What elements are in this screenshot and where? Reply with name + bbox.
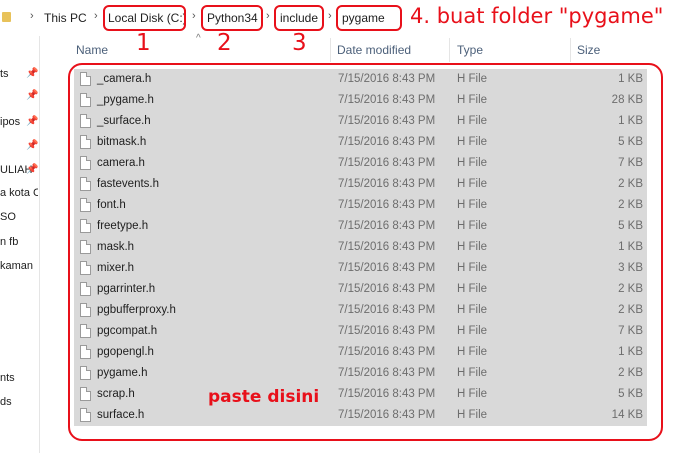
chevron-right-icon[interactable]: › [94, 10, 98, 22]
sidebar-item[interactable]: kaman [0, 260, 38, 272]
sidebar-item[interactable]: SO [0, 211, 38, 223]
annotation-step-1: 1 [136, 30, 151, 56]
sidebar-item[interactable]: ds [0, 396, 38, 408]
chevron-right-icon[interactable]: › [30, 10, 34, 22]
chevron-right-icon[interactable]: › [266, 10, 270, 22]
column-divider[interactable] [330, 38, 331, 62]
annotation-step-4: 4. buat folder "pygame" [410, 4, 664, 28]
annotation-box-include [274, 5, 324, 31]
column-header-type[interactable]: Type [457, 43, 483, 57]
pin-icon[interactable]: 📌 [26, 90, 38, 101]
sort-up-chevron-icon[interactable]: ^ [196, 33, 201, 44]
sidebar-item[interactable]: n fb [0, 236, 38, 248]
annotation-box-local-disk [103, 5, 186, 31]
chevron-right-icon[interactable]: › [328, 10, 332, 22]
column-divider[interactable] [570, 38, 571, 62]
annotation-box-pygame [336, 5, 402, 31]
pin-icon[interactable]: 📌 [26, 68, 38, 79]
chevron-right-icon[interactable]: › [192, 10, 196, 22]
pin-icon[interactable]: 📌 [26, 164, 38, 175]
pane-divider[interactable] [39, 36, 40, 453]
annotation-box-python34 [201, 5, 263, 31]
annotation-step-3: 3 [292, 30, 307, 56]
navigation-pane[interactable]: ts 📌 📌 ipos 📌 📌 ULIAH 📌 a kota C SO n fb… [0, 36, 40, 453]
pin-icon[interactable]: 📌 [26, 116, 38, 127]
column-header-date-modified[interactable]: Date modified [337, 43, 411, 57]
folder-icon [2, 12, 11, 22]
annotation-step-2: 2 [217, 30, 232, 56]
breadcrumb-this-pc[interactable]: This PC [44, 11, 87, 25]
annotation-paste-here: paste disini [208, 387, 320, 407]
sidebar-item[interactable]: nts [0, 372, 38, 384]
sidebar-item[interactable]: a kota C [0, 187, 38, 199]
column-header-size[interactable]: Size [577, 43, 600, 57]
pin-icon[interactable]: 📌 [26, 140, 38, 151]
annotation-box-file-list [68, 63, 663, 441]
column-header-name[interactable]: Name [76, 43, 108, 57]
column-divider[interactable] [449, 38, 450, 62]
